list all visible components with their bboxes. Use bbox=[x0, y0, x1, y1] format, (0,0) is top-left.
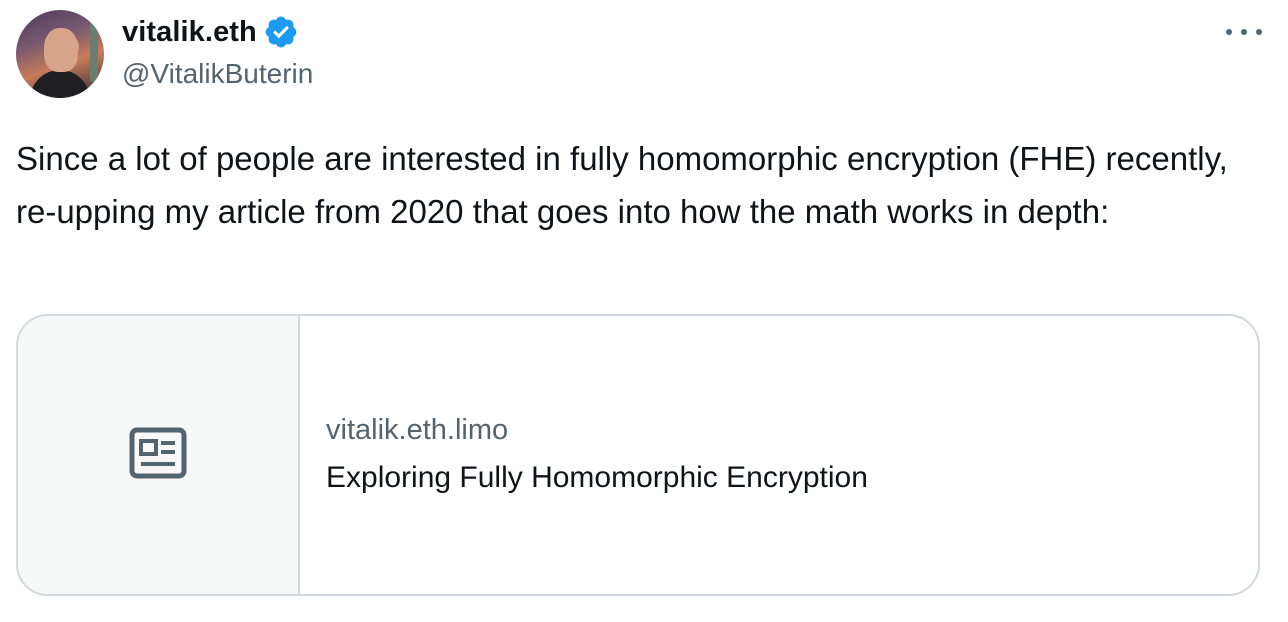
verified-badge-icon bbox=[263, 14, 299, 50]
link-card-thumbnail bbox=[18, 316, 300, 594]
more-options-icon[interactable] bbox=[1226, 20, 1262, 44]
tweet-text: Since a lot of people are interested in … bbox=[16, 140, 1237, 230]
author-display-name[interactable]: vitalik.eth bbox=[122, 16, 257, 49]
more-dot bbox=[1241, 29, 1247, 35]
avatar-shirt bbox=[30, 70, 90, 98]
avatar[interactable] bbox=[16, 10, 104, 98]
more-dot bbox=[1226, 29, 1232, 35]
link-card-info: vitalik.eth.limo Exploring Fully Homomor… bbox=[300, 316, 1258, 594]
link-card-domain: vitalik.eth.limo bbox=[326, 414, 509, 446]
author-handle[interactable]: @VitalikButerin bbox=[122, 58, 313, 90]
author-name-row: vitalik.eth bbox=[122, 14, 299, 50]
avatar-background-tower bbox=[90, 22, 98, 82]
link-card[interactable]: vitalik.eth.limo Exploring Fully Homomor… bbox=[16, 314, 1260, 596]
avatar-face bbox=[44, 28, 78, 72]
newspaper-icon bbox=[129, 427, 187, 484]
more-dot bbox=[1256, 29, 1262, 35]
tweet[interactable]: vitalik.eth @VitalikButerin Since a lot … bbox=[0, 0, 1288, 622]
link-card-title[interactable]: Exploring Fully Homomorphic Encryption bbox=[326, 456, 1258, 500]
